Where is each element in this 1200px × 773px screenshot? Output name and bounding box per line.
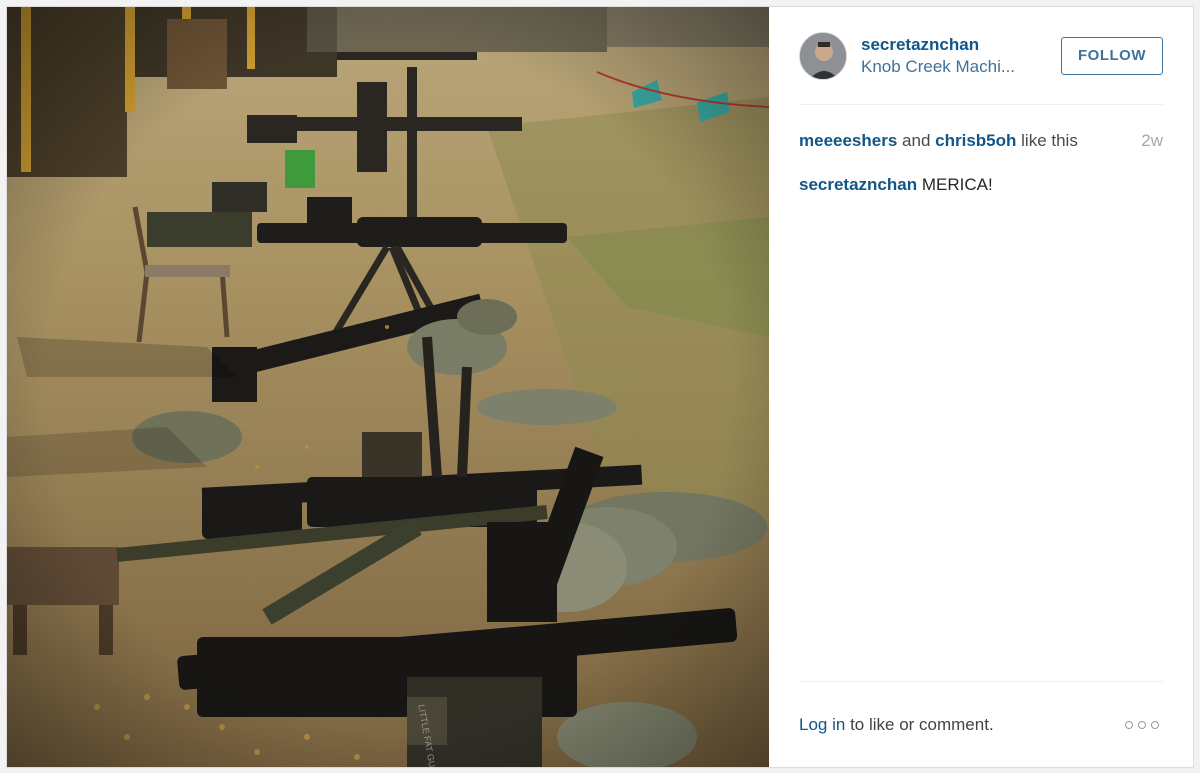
more-dot-3 xyxy=(1151,720,1159,729)
post-author: secretaznchan Knob Creek Machi... xyxy=(861,34,1061,78)
avatar[interactable] xyxy=(799,31,847,80)
likes-text: meeeeshers and chrisb5oh like this xyxy=(799,129,1078,153)
post-photo[interactable]: LITTLE FAT GUY xyxy=(7,7,769,767)
post-footer: Log in to like or comment. xyxy=(799,681,1163,767)
avatar-image xyxy=(800,32,846,79)
liker-link-2[interactable]: chrisb5oh xyxy=(935,131,1016,150)
more-dot-2 xyxy=(1138,720,1146,729)
caption: secretaznchan MERICA! xyxy=(799,173,1163,197)
likes-and-text: and xyxy=(902,131,931,150)
more-dot-1 xyxy=(1125,720,1133,729)
post-header: secretaznchan Knob Creek Machi... FOLLOW xyxy=(799,7,1163,105)
post-sidebar: secretaznchan Knob Creek Machi... FOLLOW… xyxy=(769,7,1193,767)
login-link[interactable]: Log in xyxy=(799,715,845,734)
caption-text: MERICA! xyxy=(921,175,993,194)
username-link[interactable]: secretaznchan xyxy=(861,34,1061,56)
follow-button[interactable]: FOLLOW xyxy=(1061,36,1163,75)
liker-link-1[interactable]: meeeeshers xyxy=(799,131,897,150)
more-options-icon[interactable] xyxy=(1121,717,1163,733)
likes-row: meeeeshers and chrisb5oh like this 2w xyxy=(799,129,1163,153)
login-prompt: Log in to like or comment. xyxy=(799,715,994,735)
login-suffix: to like or comment. xyxy=(850,714,994,734)
location-link[interactable]: Knob Creek Machi... xyxy=(861,56,1036,78)
post-card: LITTLE FAT GUY xyxy=(6,6,1194,768)
post-timestamp[interactable]: 2w xyxy=(1141,129,1163,153)
caption-username-link[interactable]: secretaznchan xyxy=(799,175,917,194)
likes-suffix: like this xyxy=(1021,131,1078,150)
machine-guns-photo: LITTLE FAT GUY xyxy=(7,7,769,767)
